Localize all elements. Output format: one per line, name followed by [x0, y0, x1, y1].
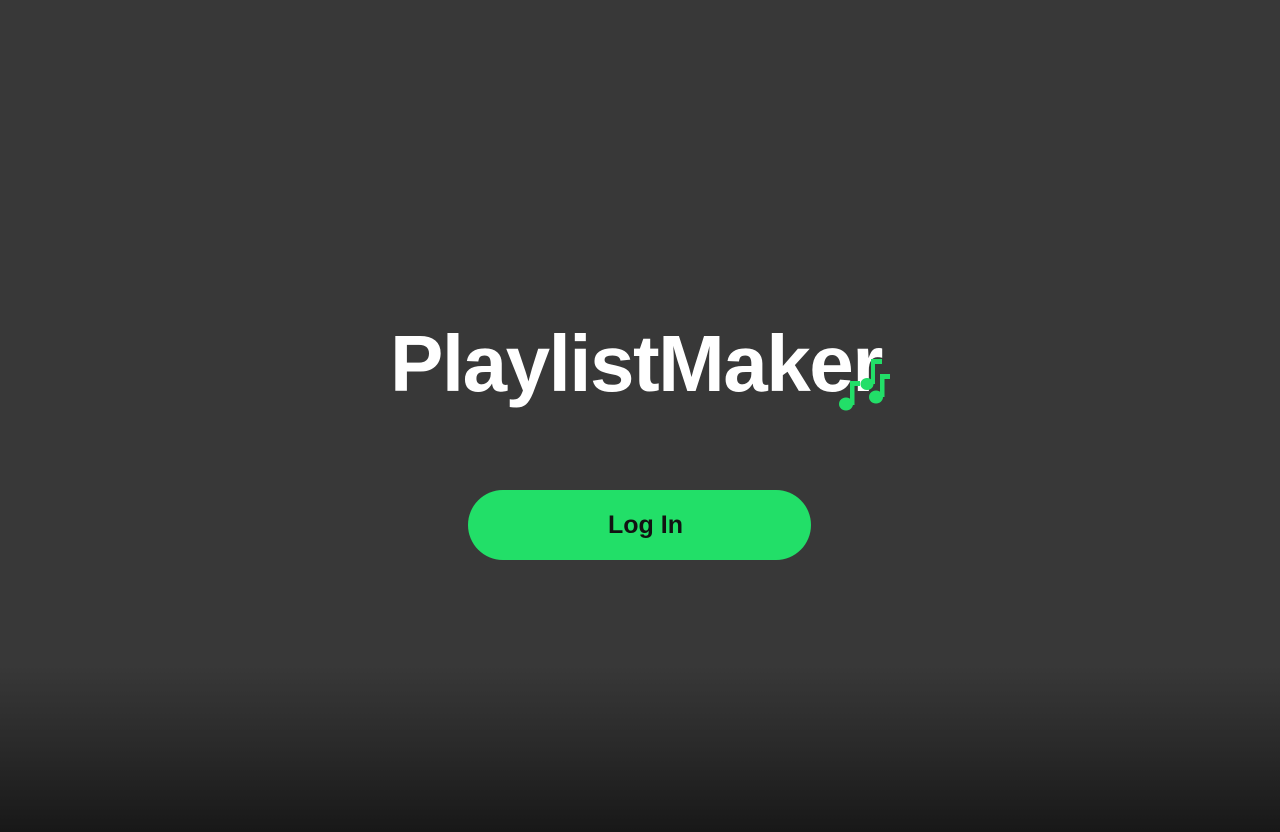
- brand-logo: PlaylistMaker: [390, 319, 890, 418]
- app-title: PlaylistMaker: [390, 319, 883, 408]
- login-button[interactable]: Log In: [468, 490, 811, 560]
- login-button-label: Log In: [608, 510, 683, 539]
- music-notes-icon: [839, 359, 890, 411]
